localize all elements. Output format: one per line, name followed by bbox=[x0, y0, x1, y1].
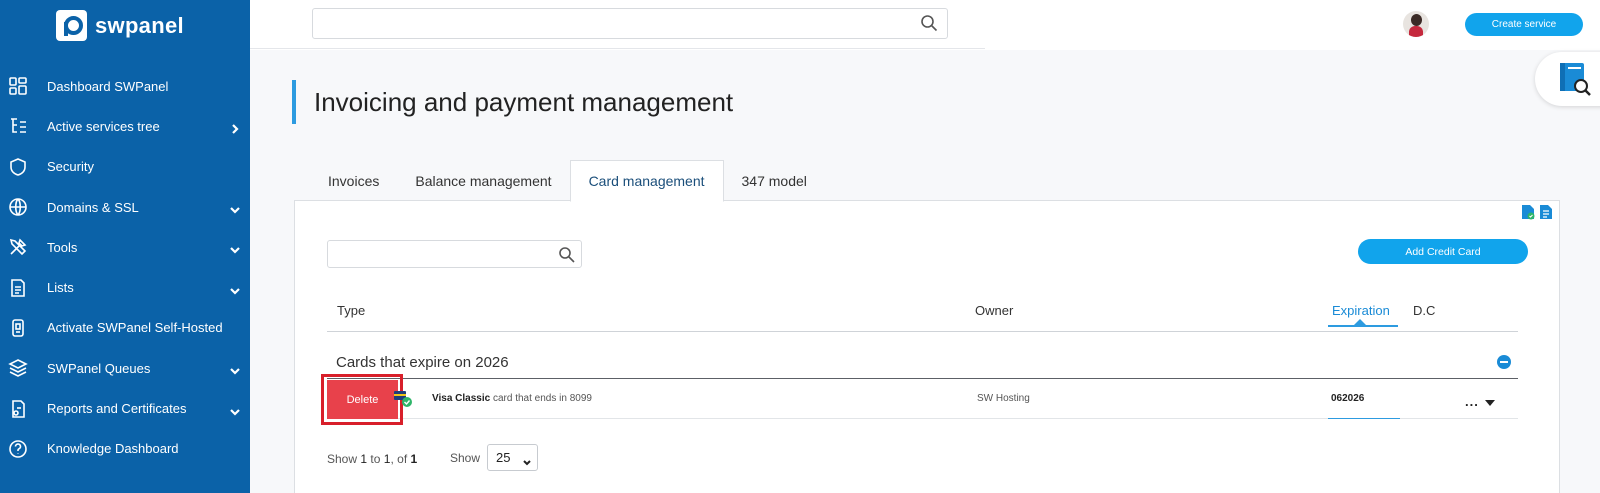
tab-347-model[interactable]: 347 model bbox=[724, 160, 825, 202]
title-accent-bar bbox=[292, 80, 296, 124]
chevron-down-icon bbox=[523, 455, 531, 466]
caret-down-icon[interactable] bbox=[1485, 400, 1495, 406]
sidebar-item-self-hosted[interactable]: Activate SWPanel Self-Hosted bbox=[0, 308, 250, 348]
pagination-to-word: to bbox=[370, 452, 381, 466]
search-icon[interactable] bbox=[558, 246, 575, 263]
sidebar-item-label: SWPanel Queues bbox=[47, 360, 151, 376]
sort-underline bbox=[1328, 325, 1398, 327]
group-title: Cards that expire on 2026 bbox=[336, 354, 509, 371]
pagination-comma: , bbox=[390, 452, 394, 466]
tab-card-management[interactable]: Card management bbox=[569, 160, 724, 202]
page-title: Invoicing and payment management bbox=[314, 87, 734, 117]
sidebar-item-domains-ssl[interactable]: Domains & SSL bbox=[0, 187, 250, 227]
card-suffix: card that ends in 8099 bbox=[492, 393, 592, 404]
chevron-down-icon bbox=[230, 404, 240, 416]
sidebar-item-queues[interactable]: SWPanel Queues bbox=[0, 348, 250, 388]
tree-icon bbox=[8, 116, 28, 136]
report-icon bbox=[8, 399, 28, 419]
sidebar-item-label: Active services tree bbox=[47, 118, 160, 134]
pagination-from: 1 bbox=[360, 452, 368, 466]
sidebar-item-security[interactable]: Security bbox=[0, 147, 250, 187]
list-icon bbox=[8, 278, 28, 298]
sidebar-nav: Dashboard SWPanel Active services tree S… bbox=[0, 66, 250, 469]
card-owner: SW Hosting bbox=[977, 393, 1030, 404]
add-credit-card-button[interactable]: Add Credit Card bbox=[1358, 239, 1528, 264]
chevron-down-icon bbox=[230, 283, 240, 295]
tab-balance-management[interactable]: Balance management bbox=[397, 160, 569, 202]
sidebar-item-label: Tools bbox=[47, 239, 78, 255]
global-search-input[interactable] bbox=[312, 8, 948, 39]
column-header-dc[interactable]: D.C bbox=[1413, 303, 1435, 318]
sidebar-item-label: Domains & SSL bbox=[47, 199, 139, 215]
sidebar-item-label: Security bbox=[47, 159, 94, 175]
pagination-of-word: of bbox=[397, 452, 408, 466]
sidebar-item-label: Dashboard SWPanel bbox=[47, 78, 169, 94]
sidebar-item-lists[interactable]: Lists bbox=[0, 267, 250, 307]
sidebar-item-dashboard[interactable]: Dashboard SWPanel bbox=[0, 66, 250, 106]
logo-icon bbox=[56, 10, 87, 41]
book-search-icon bbox=[1560, 63, 1591, 96]
sidebar-item-label: Lists bbox=[47, 280, 74, 296]
sidebar: swpanel Dashboard SWPanel Active service… bbox=[0, 0, 250, 493]
verified-card-icon bbox=[394, 391, 412, 407]
delete-card-button[interactable]: Delete bbox=[327, 380, 398, 419]
tools-icon bbox=[8, 237, 28, 257]
tab-bar: Invoices Balance management Card managem… bbox=[310, 160, 825, 202]
sidebar-item-knowledge[interactable]: Knowledge Dashboard bbox=[0, 429, 250, 469]
sidebar-item-active-services-tree[interactable]: Active services tree bbox=[0, 106, 250, 146]
page-size-value: 25 bbox=[496, 450, 511, 465]
table-header-divider bbox=[327, 331, 1518, 332]
pagination-prefix: Show bbox=[327, 452, 358, 466]
sidebar-item-label: Knowledge Dashboard bbox=[47, 441, 179, 457]
column-header-type[interactable]: Type bbox=[337, 303, 365, 318]
dashboard-icon bbox=[8, 76, 28, 96]
column-header-expiration[interactable]: Expiration bbox=[1332, 303, 1390, 318]
page-size-select[interactable]: 25 bbox=[487, 444, 538, 471]
pagination-info: Show 1 to 1, of 1 bbox=[327, 452, 417, 466]
chevron-down-icon bbox=[230, 242, 240, 254]
expiration-cell-underline bbox=[1328, 418, 1400, 419]
help-icon bbox=[8, 439, 28, 459]
chevron-down-icon bbox=[230, 202, 240, 214]
www-icon bbox=[8, 197, 28, 217]
export-pdf-icon[interactable] bbox=[1539, 204, 1553, 220]
card-description: Visa Classic card that ends in 8099 bbox=[432, 393, 592, 404]
card-name: Visa Classic bbox=[432, 393, 491, 404]
chevron-down-icon bbox=[230, 363, 240, 375]
avatar[interactable] bbox=[1403, 11, 1429, 37]
sidebar-item-reports[interactable]: Reports and Certificates bbox=[0, 388, 250, 428]
knowledge-search-widget[interactable] bbox=[1535, 52, 1600, 106]
pagination-total: 1 bbox=[410, 452, 418, 466]
row-actions-menu[interactable]: ... bbox=[1465, 394, 1479, 409]
tab-invoices[interactable]: Invoices bbox=[310, 160, 397, 202]
column-header-owner[interactable]: Owner bbox=[975, 303, 1013, 318]
layers-icon bbox=[8, 358, 28, 378]
sidebar-item-tools[interactable]: Tools bbox=[0, 227, 250, 267]
logo[interactable]: swpanel bbox=[56, 10, 184, 41]
card-expiration: 062026 bbox=[1331, 393, 1365, 404]
sidebar-item-label: Reports and Certificates bbox=[47, 401, 187, 417]
search-icon[interactable] bbox=[920, 14, 938, 32]
shield-icon bbox=[8, 157, 28, 177]
card-search-input[interactable] bbox=[327, 240, 582, 268]
sidebar-item-label: Activate SWPanel Self-Hosted bbox=[47, 320, 223, 336]
self-hosted-icon bbox=[8, 318, 28, 338]
export-toolbar bbox=[1521, 204, 1553, 220]
logo-text: swpanel bbox=[95, 12, 184, 38]
page-size-label: Show bbox=[450, 451, 481, 465]
top-bar-divider bbox=[250, 48, 985, 49]
collapse-group-icon[interactable] bbox=[1497, 355, 1511, 369]
export-excel-icon[interactable] bbox=[1521, 204, 1535, 220]
create-service-button[interactable]: Create service bbox=[1465, 13, 1583, 36]
chevron-right-icon bbox=[230, 121, 240, 135]
